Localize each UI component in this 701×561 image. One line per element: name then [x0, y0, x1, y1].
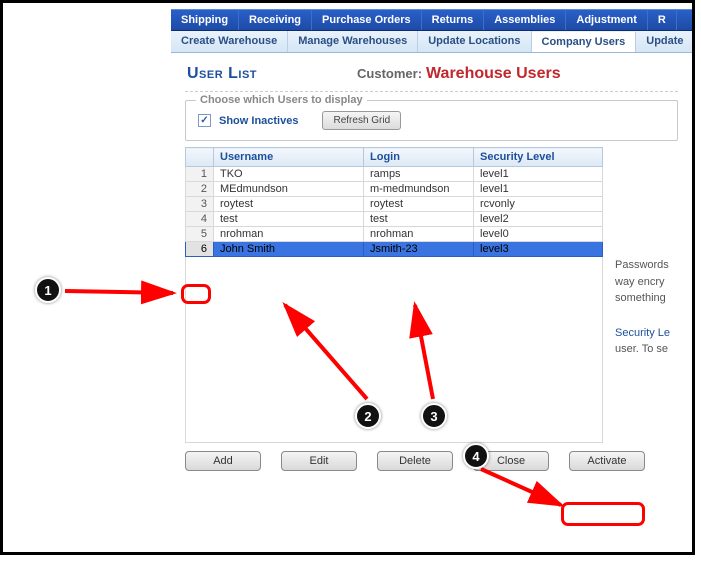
annotation-highlight-activate: [561, 502, 645, 526]
cell-security: level3: [474, 242, 603, 257]
row-number: 3: [186, 197, 214, 212]
show-inactives-label: Show Inactives: [219, 115, 298, 127]
nav2-update-locations[interactable]: Update Locations: [418, 31, 531, 52]
action-button-row: Add Edit Delete Close Activate: [185, 451, 678, 471]
nav2-create-warehouse[interactable]: Create Warehouse: [171, 31, 288, 52]
refresh-grid-button[interactable]: Refresh Grid: [322, 111, 401, 130]
cell-username: MEdmundson: [214, 182, 364, 197]
cell-login: Jsmith-23: [364, 242, 474, 257]
nav2-update[interactable]: Update: [636, 31, 692, 52]
row-number: 2: [186, 182, 214, 197]
table-row[interactable]: 5nrohmannrohmanlevel0: [186, 227, 603, 242]
nav1-shipping[interactable]: Shipping: [171, 10, 239, 30]
table-row[interactable]: 2MEdmundsonm-medmundsonlevel1: [186, 182, 603, 197]
page-header: User List Customer: Warehouse Users: [171, 53, 692, 89]
cell-security: level1: [474, 182, 603, 197]
cell-login: roytest: [364, 197, 474, 212]
table-row[interactable]: 6John SmithJsmith-23level3: [186, 242, 603, 257]
cell-security: level1: [474, 167, 603, 182]
customer-label: Customer:: [357, 66, 422, 81]
filter-box: Choose which Users to display ✓ Show Ina…: [185, 100, 678, 141]
col-login[interactable]: Login: [364, 148, 474, 167]
cell-username: nrohman: [214, 227, 364, 242]
table-row[interactable]: 4testtestlevel2: [186, 212, 603, 227]
nav1-purchase-orders[interactable]: Purchase Orders: [312, 10, 422, 30]
primary-nav: Shipping Receiving Purchase Orders Retur…: [171, 9, 692, 31]
cell-login: nrohman: [364, 227, 474, 242]
add-button[interactable]: Add: [185, 451, 261, 471]
side-help-text: Passwords way encry something Security L…: [615, 147, 670, 358]
cell-username: test: [214, 212, 364, 227]
row-number: 5: [186, 227, 214, 242]
page-title: User List: [187, 65, 257, 83]
secondary-nav: Create Warehouse Manage Warehouses Updat…: [171, 31, 692, 53]
col-username[interactable]: Username: [214, 148, 364, 167]
nav1-adjustment[interactable]: Adjustment: [566, 10, 648, 30]
col-rownum[interactable]: [186, 148, 214, 167]
nav1-receiving[interactable]: Receiving: [239, 10, 312, 30]
nav1-more[interactable]: R: [648, 10, 677, 30]
nav1-assemblies[interactable]: Assemblies: [484, 10, 566, 30]
row-number: 4: [186, 212, 214, 227]
cell-login: m-medmundson: [364, 182, 474, 197]
annotation-badge-2: 2: [355, 403, 381, 429]
nav2-company-users[interactable]: Company Users: [532, 32, 637, 53]
delete-button[interactable]: Delete: [377, 451, 453, 471]
cell-login: test: [364, 212, 474, 227]
cell-security: level2: [474, 212, 603, 227]
nav1-returns[interactable]: Returns: [422, 10, 485, 30]
row-number: 6: [186, 242, 214, 257]
cell-username: TKO: [214, 167, 364, 182]
annotation-badge-4: 4: [463, 443, 489, 469]
activate-button[interactable]: Activate: [569, 451, 645, 471]
cell-username: roytest: [214, 197, 364, 212]
table-row[interactable]: 3roytestroytestrcvonly: [186, 197, 603, 212]
edit-button[interactable]: Edit: [281, 451, 357, 471]
show-inactives-checkbox[interactable]: ✓: [198, 114, 211, 127]
user-grid[interactable]: Username Login Security Level 1TKOrampsl…: [185, 147, 603, 443]
annotation-badge-1: 1: [35, 277, 61, 303]
cell-security: level0: [474, 227, 603, 242]
col-security[interactable]: Security Level: [474, 148, 603, 167]
filter-legend: Choose which Users to display: [196, 94, 367, 106]
cell-login: ramps: [364, 167, 474, 182]
customer-name: Warehouse Users: [426, 65, 561, 83]
cell-security: rcvonly: [474, 197, 603, 212]
table-row[interactable]: 1TKOrampslevel1: [186, 167, 603, 182]
divider: [185, 91, 678, 92]
cell-username: John Smith: [214, 242, 364, 257]
grid-empty-space: [186, 257, 603, 443]
row-number: 1: [186, 167, 214, 182]
grid-header-row: Username Login Security Level: [186, 148, 603, 167]
nav2-manage-warehouses[interactable]: Manage Warehouses: [288, 31, 418, 52]
annotation-badge-3: 3: [421, 403, 447, 429]
